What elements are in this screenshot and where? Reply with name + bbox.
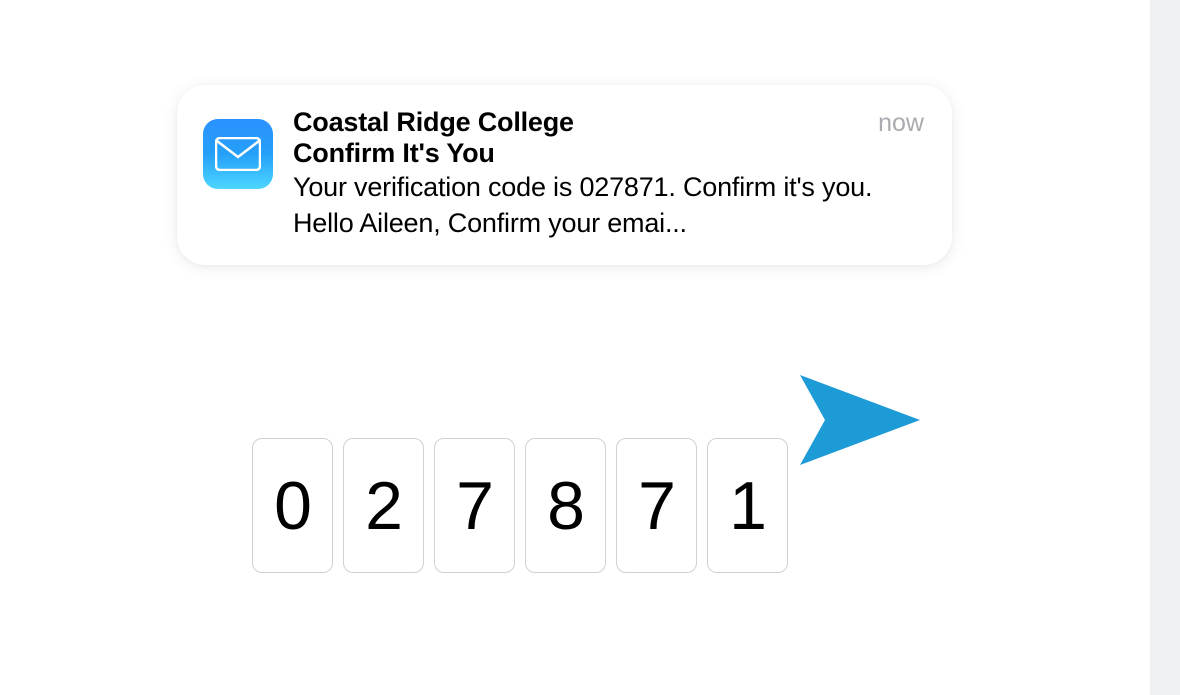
notification-header: Coastal Ridge College Confirm It's You n… <box>293 107 924 169</box>
right-edge-divider <box>1150 0 1180 695</box>
mail-app-icon <box>203 119 273 189</box>
code-digit-2[interactable]: 2 <box>343 438 424 573</box>
envelope-icon <box>215 137 261 171</box>
send-arrow-icon <box>790 365 930 475</box>
notification-sender: Coastal Ridge College <box>293 107 866 138</box>
notification-title-block: Coastal Ridge College Confirm It's You <box>293 107 866 169</box>
notification-time: now <box>878 109 924 138</box>
code-digit-6[interactable]: 1 <box>707 438 788 573</box>
notification-content: Coastal Ridge College Confirm It's You n… <box>293 107 924 241</box>
notification-body: Your verification code is 027871. Confir… <box>293 170 924 241</box>
code-digit-3[interactable]: 7 <box>434 438 515 573</box>
notification-subject: Confirm It's You <box>293 138 866 169</box>
verification-code-input: 0 2 7 8 7 1 <box>252 438 788 573</box>
notification-card[interactable]: Coastal Ridge College Confirm It's You n… <box>177 85 952 265</box>
code-digit-4[interactable]: 8 <box>525 438 606 573</box>
code-digit-5[interactable]: 7 <box>616 438 697 573</box>
code-digit-1[interactable]: 0 <box>252 438 333 573</box>
